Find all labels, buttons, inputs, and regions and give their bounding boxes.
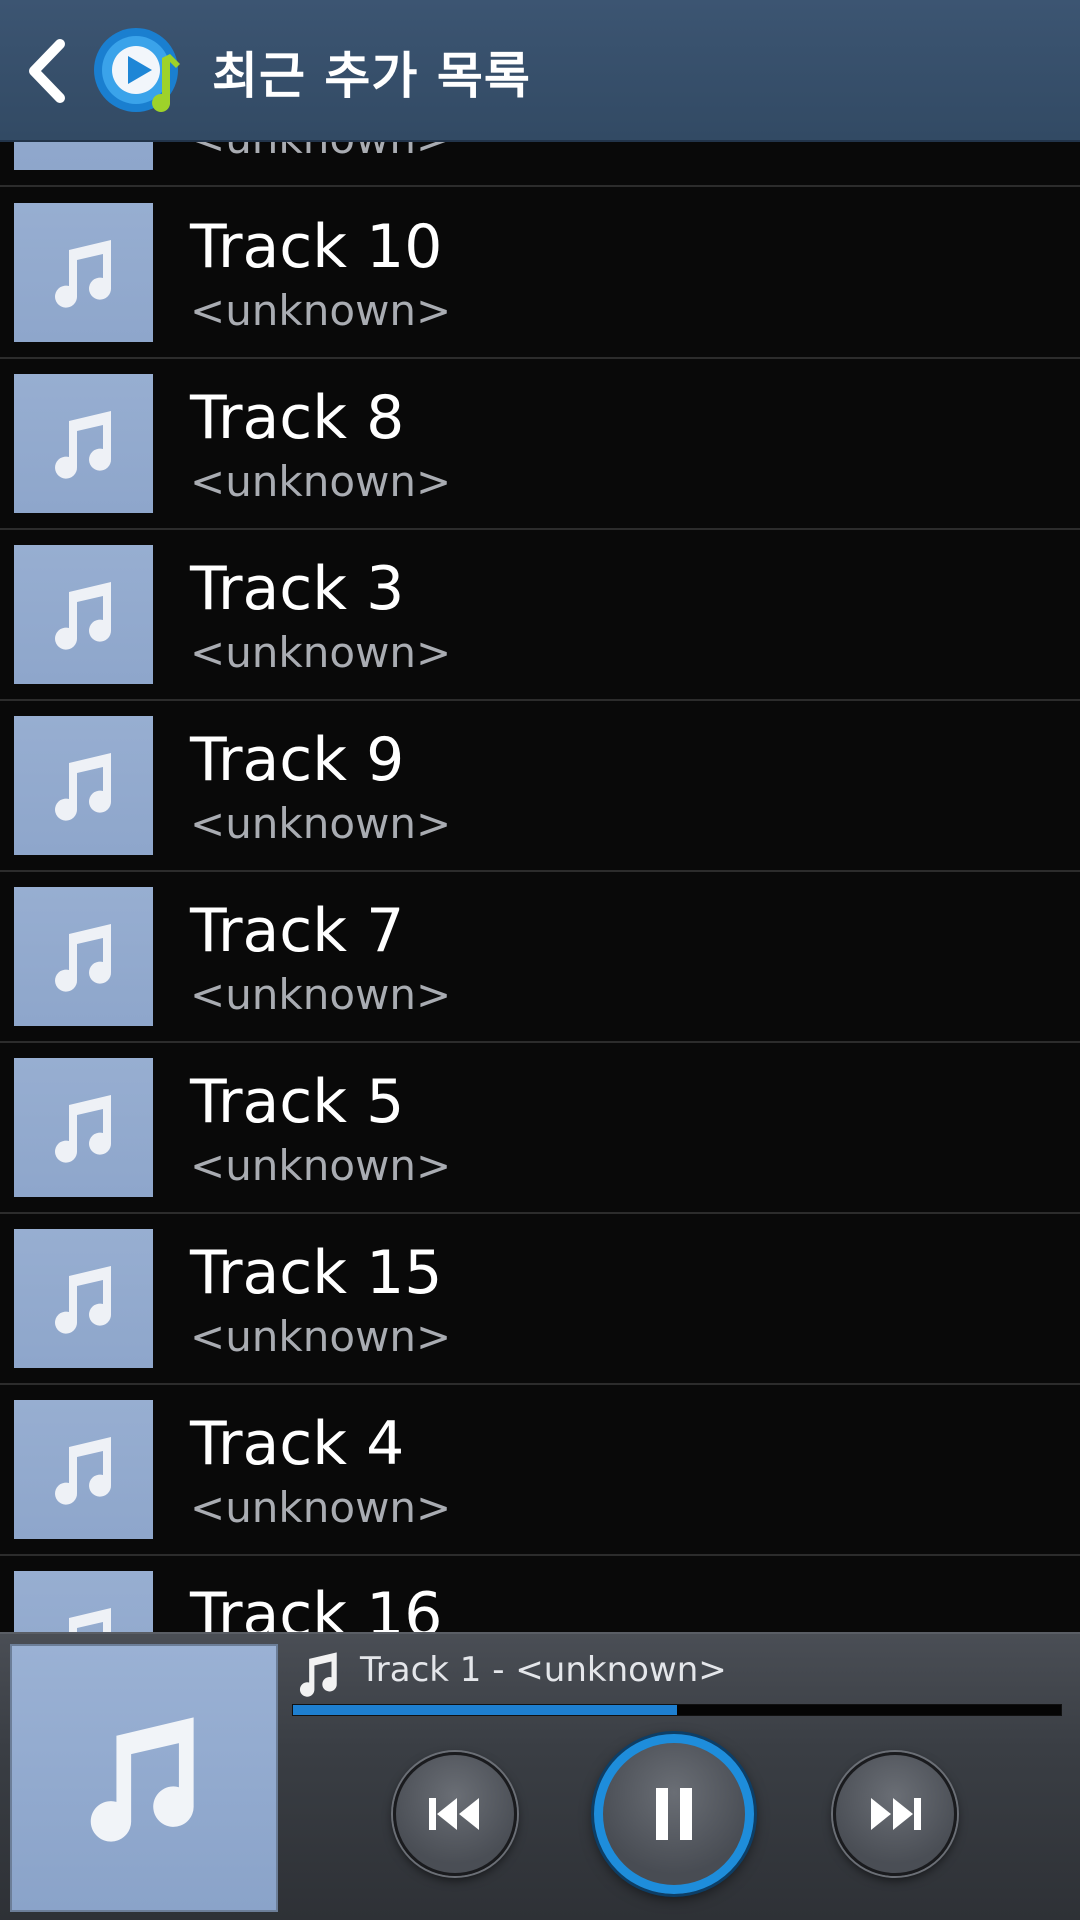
- mini-player[interactable]: Track 1 - <unknown>: [0, 1632, 1080, 1920]
- album-art-thumbnail: [14, 545, 153, 684]
- track-title: Track 5: [190, 1067, 405, 1137]
- track-title: Track 9: [190, 725, 405, 795]
- now-playing-text: Track 1 - <unknown>: [360, 1650, 727, 1690]
- music-note-icon: [54, 410, 111, 479]
- progress-bar[interactable]: [292, 1704, 1062, 1716]
- back-button[interactable]: [18, 30, 76, 112]
- album-art-thumbnail: [14, 716, 153, 855]
- next-button[interactable]: [833, 1752, 957, 1876]
- track-artist: <unknown>: [190, 1312, 452, 1361]
- track-artist: <unknown>: [190, 1483, 452, 1532]
- list-item[interactable]: Track 5 <unknown>: [0, 1043, 1080, 1214]
- track-artist: <unknown>: [190, 799, 452, 848]
- track-title: Track 3: [190, 554, 405, 624]
- track-artist: <unknown>: [190, 457, 452, 506]
- music-note-icon: [54, 239, 111, 308]
- track-title: Track 8: [190, 383, 405, 453]
- track-artist: <unknown>: [190, 628, 452, 677]
- track-artist: <unknown>: [190, 1141, 452, 1190]
- album-art-thumbnail: [14, 1229, 153, 1368]
- music-note-icon: [54, 752, 111, 821]
- music-note-icon: [54, 923, 111, 992]
- track-title: Track 4: [190, 1409, 405, 1479]
- track-list[interactable]: <unknown> Track 10 <unknown> Track 8 <un…: [0, 0, 1080, 1632]
- track-title: Track 15: [190, 1238, 443, 1308]
- music-note-icon: [54, 1094, 111, 1163]
- music-note-icon: [299, 1652, 337, 1697]
- list-item[interactable]: Track 10 <unknown>: [0, 188, 1080, 359]
- progress-fill: [293, 1705, 677, 1715]
- pause-button[interactable]: [594, 1734, 754, 1894]
- music-note-icon: [90, 1717, 194, 1842]
- album-art-thumbnail: [14, 374, 153, 513]
- album-art-thumbnail: [14, 1058, 153, 1197]
- list-item[interactable]: Track 7 <unknown>: [0, 872, 1080, 1043]
- list-item[interactable]: Track 9 <unknown>: [0, 701, 1080, 872]
- music-note-icon: [54, 1265, 111, 1334]
- now-playing-album-art[interactable]: [10, 1644, 278, 1912]
- next-icon: [871, 1798, 921, 1830]
- list-item[interactable]: Track 3 <unknown>: [0, 530, 1080, 701]
- track-title: Track 7: [190, 896, 405, 966]
- track-artist: <unknown>: [190, 970, 452, 1019]
- previous-icon: [429, 1798, 479, 1830]
- album-art-thumbnail: [14, 1571, 153, 1632]
- previous-button[interactable]: [393, 1752, 517, 1876]
- track-title: Track 10: [190, 212, 443, 282]
- list-item[interactable]: Track 4 <unknown>: [0, 1385, 1080, 1556]
- track-artist: <unknown>: [190, 286, 452, 335]
- track-title: Track 16: [190, 1580, 443, 1632]
- list-item[interactable]: Track 8 <unknown>: [0, 359, 1080, 530]
- music-note-icon: [54, 581, 111, 650]
- album-art-thumbnail: [14, 203, 153, 342]
- list-item[interactable]: Track 15 <unknown>: [0, 1214, 1080, 1385]
- chevron-left-icon: [29, 39, 65, 103]
- music-note-icon: [54, 1436, 111, 1505]
- album-art-thumbnail: [14, 887, 153, 1026]
- list-item[interactable]: Track 16: [0, 1556, 1080, 1632]
- music-player-app-icon[interactable]: [92, 24, 188, 120]
- music-note-icon: [68, 1607, 111, 1632]
- album-art-thumbnail: [14, 1400, 153, 1539]
- action-bar: 최근 추가 목록: [0, 0, 1080, 142]
- pause-icon: [656, 1788, 692, 1840]
- page-title: 최근 추가 목록: [212, 47, 531, 105]
